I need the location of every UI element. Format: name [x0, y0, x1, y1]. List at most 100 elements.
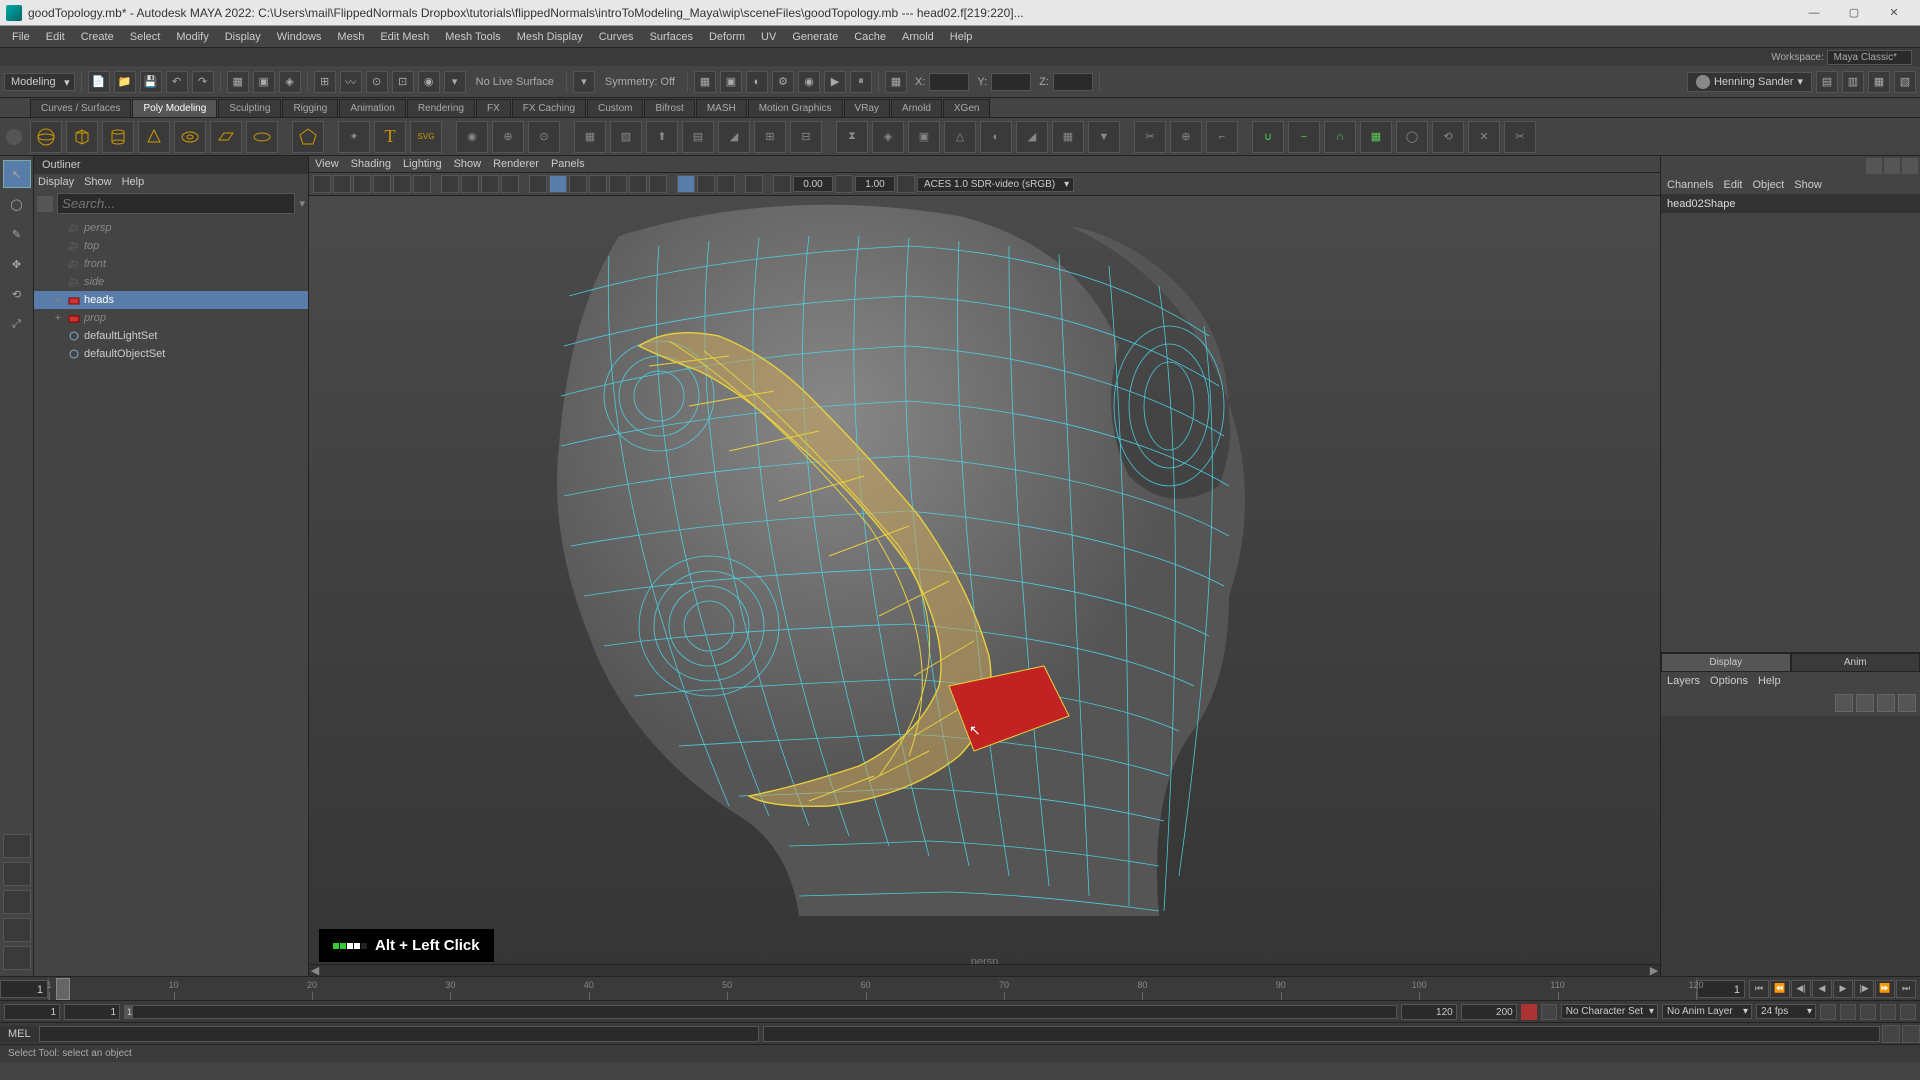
z-input[interactable] [1053, 73, 1093, 91]
shelf-tab-animation[interactable]: Animation [339, 99, 405, 117]
vp-wireframe-on-shaded[interactable] [677, 175, 695, 193]
target-weld-button[interactable]: ⊕ [1170, 121, 1202, 153]
vp-image-plane[interactable] [373, 175, 391, 193]
two-pane-button[interactable] [3, 890, 31, 914]
snap-grid-button[interactable]: ⊞ [314, 71, 336, 93]
bool-union-button[interactable]: ∪ [1252, 121, 1284, 153]
bool-intersect-button[interactable]: ∩ [1324, 121, 1356, 153]
outliner-menu-display[interactable]: Display [38, 176, 74, 188]
menu-windows[interactable]: Windows [269, 28, 330, 46]
pause-button[interactable]: ⏸ [850, 71, 872, 93]
command-history-button[interactable] [1902, 1025, 1920, 1043]
display-layer-tab[interactable]: Display [1661, 653, 1791, 672]
step-forward-button[interactable]: |▶ [1854, 980, 1874, 998]
sidebar-toggle-3[interactable]: ▦ [1868, 71, 1890, 93]
expander-icon[interactable]: + [52, 312, 64, 324]
outliner-item-heads[interactable]: +heads [34, 291, 308, 309]
render-frame-button[interactable]: ▣ [720, 71, 742, 93]
minimize-button[interactable]: — [1794, 3, 1834, 23]
layer-move-up-icon[interactable] [1835, 694, 1853, 712]
layer-move-down-icon[interactable] [1856, 694, 1874, 712]
menu-mesh-display[interactable]: Mesh Display [509, 28, 591, 46]
anim-layer-dropdown[interactable]: No Anim Layer [1662, 1004, 1752, 1019]
delete-edge-button[interactable]: ✂ [1504, 121, 1536, 153]
tool-settings-toggle-icon[interactable] [1902, 158, 1918, 174]
shelf-tab-poly-modeling[interactable]: Poly Modeling [132, 99, 217, 117]
vp-wireframe[interactable] [529, 175, 547, 193]
shelf-tab-bifrost[interactable]: Bifrost [644, 99, 694, 117]
sidebar-toggle-1[interactable]: ▤ [1816, 71, 1838, 93]
layer-menu-help[interactable]: Help [1758, 675, 1781, 687]
outliner-item-persp[interactable]: 🎥persp [34, 219, 308, 237]
timeline-current-frame[interactable]: 1 [1697, 980, 1745, 998]
fps-dropdown[interactable]: 24 fps [1756, 1004, 1816, 1019]
menu-edit[interactable]: Edit [38, 28, 73, 46]
separate-button[interactable]: ▨ [610, 121, 642, 153]
superellipse-button[interactable]: ✦ [338, 121, 370, 153]
vp-use-lights[interactable] [569, 175, 587, 193]
script-lang-label[interactable]: MEL [0, 1026, 39, 1042]
spin-edge-button[interactable]: ⟲ [1432, 121, 1464, 153]
cached-playback-button[interactable] [1880, 1004, 1896, 1020]
menu-select[interactable]: Select [122, 28, 169, 46]
playblast-button[interactable]: ▶ [824, 71, 846, 93]
close-button[interactable]: ✕ [1874, 3, 1914, 23]
channel-tab-edit[interactable]: Edit [1723, 179, 1742, 191]
shelf-editor-icon[interactable] [6, 129, 22, 145]
cv-button[interactable]: ⊙ [528, 121, 560, 153]
vp-isolate[interactable] [745, 175, 763, 193]
vp-camera-attrs[interactable] [333, 175, 351, 193]
shelf-tab-curves-surfaces[interactable]: Curves / Surfaces [30, 99, 131, 117]
layer-menu-layers[interactable]: Layers [1667, 675, 1700, 687]
pivot-button[interactable]: ⊕ [492, 121, 524, 153]
live-surface-button[interactable]: ▾ [444, 71, 466, 93]
audio-button[interactable] [1860, 1004, 1876, 1020]
vp-select-camera[interactable] [313, 175, 331, 193]
xform-display-button[interactable]: ▦ [885, 71, 907, 93]
layer-menu-options[interactable]: Options [1710, 675, 1748, 687]
scale-tool[interactable]: ⤢ [3, 310, 31, 338]
outliner-item-defaultlightset[interactable]: defaultLightSet [34, 327, 308, 345]
extrude-button[interactable]: ⬆ [646, 121, 678, 153]
prefs-button[interactable] [1900, 1004, 1916, 1020]
step-back-key-button[interactable]: ⏪ [1770, 980, 1790, 998]
menu-mesh[interactable]: Mesh [329, 28, 372, 46]
ipr-button[interactable]: ◐ [746, 71, 768, 93]
menu-deform[interactable]: Deform [701, 28, 753, 46]
vp-bookmarks[interactable] [353, 175, 371, 193]
playback-prefs-button[interactable] [1840, 1004, 1856, 1020]
channel-tab-show[interactable]: Show [1794, 179, 1822, 191]
menu-help[interactable]: Help [942, 28, 981, 46]
bevel-button[interactable]: ◢ [718, 121, 750, 153]
layer-new-selected-icon[interactable] [1898, 694, 1916, 712]
play-back-button[interactable]: ◀ [1812, 980, 1832, 998]
paint-select-tool[interactable]: ✎ [3, 220, 31, 248]
menu-file[interactable]: File [4, 28, 38, 46]
move-tool[interactable]: ✥ [3, 250, 31, 278]
shelf-tab-rigging[interactable]: Rigging [282, 99, 338, 117]
render-view-button[interactable]: ▦ [694, 71, 716, 93]
vp-2d-pan[interactable] [393, 175, 411, 193]
vp-film-gate[interactable] [461, 175, 479, 193]
vp-menu-panels[interactable]: Panels [551, 158, 585, 170]
disc-button[interactable] [246, 121, 278, 153]
step-back-button[interactable]: ◀| [1791, 980, 1811, 998]
menu-edit-mesh[interactable]: Edit Mesh [372, 28, 437, 46]
shelf-tab-arnold[interactable]: Arnold [891, 99, 942, 117]
channel-object-name[interactable]: head02Shape [1661, 195, 1920, 213]
vp-exposure-icon[interactable] [773, 175, 791, 193]
vp-colorspace-dropdown[interactable]: ACES 1.0 SDR-video (sRGB) [917, 177, 1074, 192]
bridge-button[interactable]: ▤ [682, 121, 714, 153]
lasso-tool[interactable]: ◯ [3, 190, 31, 218]
vp-gamma-icon[interactable] [835, 175, 853, 193]
play-forward-button[interactable]: ▶ [1833, 980, 1853, 998]
circularize-button[interactable]: ◯ [1396, 121, 1428, 153]
subdiv-proxy-button[interactable]: ▣ [908, 121, 940, 153]
sphere-button[interactable] [30, 121, 62, 153]
channel-tab-object[interactable]: Object [1752, 179, 1784, 191]
set-key-button[interactable] [1541, 1004, 1557, 1020]
connect-button[interactable]: ⌐ [1206, 121, 1238, 153]
four-pane-button[interactable] [3, 862, 31, 886]
channel-toggle-icon[interactable] [1866, 158, 1882, 174]
menu-curves[interactable]: Curves [591, 28, 642, 46]
